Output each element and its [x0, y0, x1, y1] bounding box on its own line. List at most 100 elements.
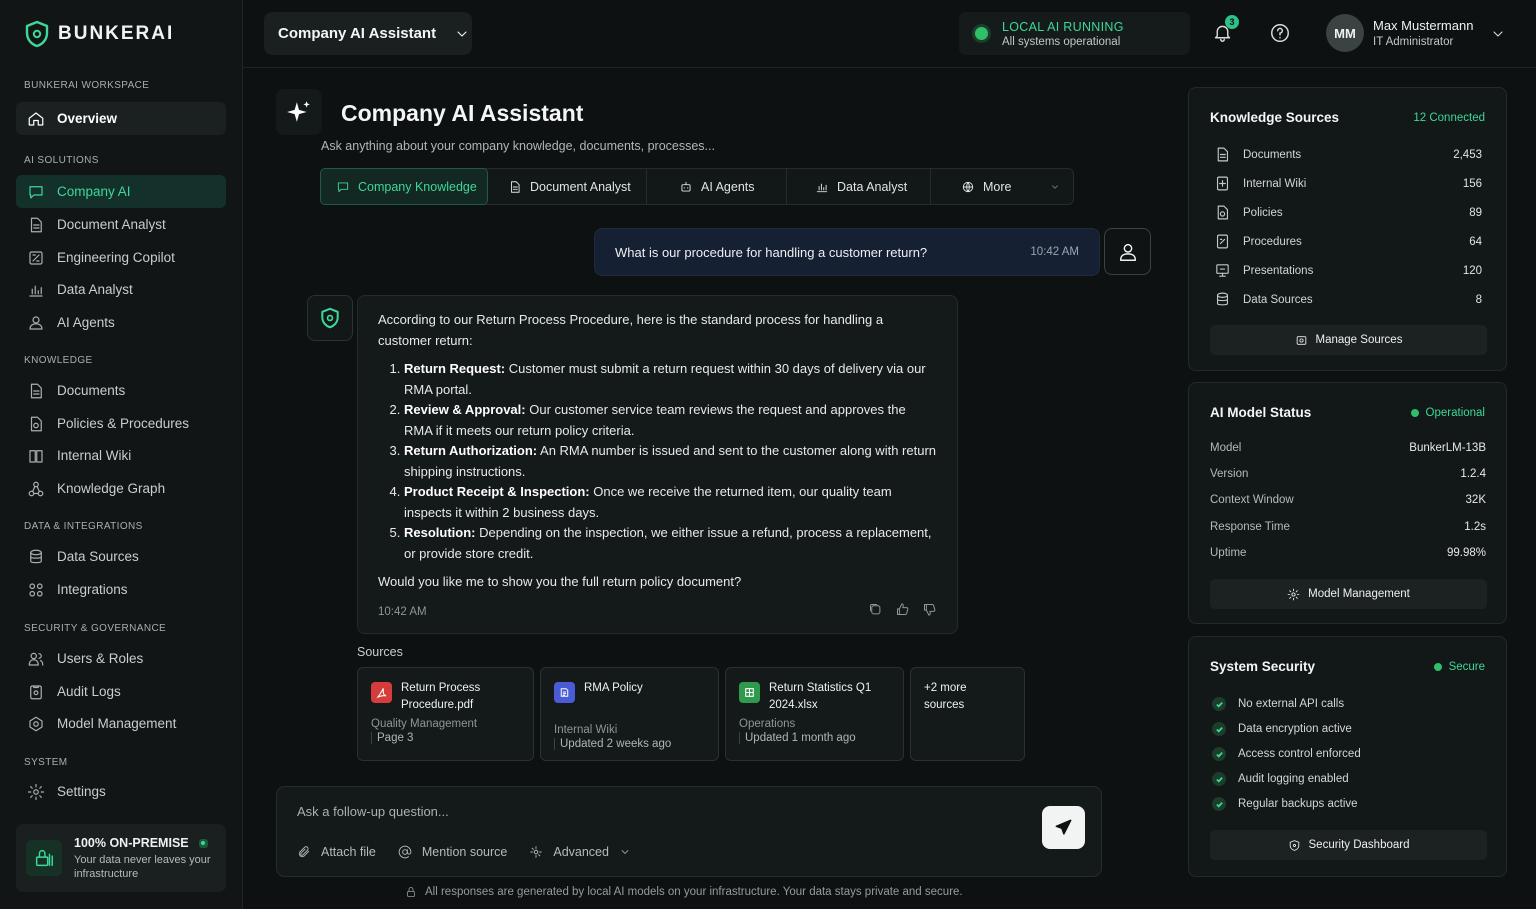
audit-icon [30, 684, 42, 699]
tab-company-knowledge[interactable]: Company Knowledge [320, 168, 488, 205]
model-info-row: Context Window 32K [1210, 494, 1486, 506]
sidebar-item-ai-agents[interactable]: AI Agents [16, 306, 226, 339]
knowledge-sources-title: Knowledge Sources [1210, 110, 1340, 125]
assistant-select[interactable]: Company AI Assistant [264, 12, 472, 55]
source-card[interactable]: Return Statistics Q1 2024.xlsx Operation… [725, 667, 904, 761]
book-icon [29, 449, 43, 463]
section-knowledge: KNOWLEDGE [24, 355, 93, 366]
model-management-button[interactable]: Model Management [1210, 579, 1487, 609]
connected-count[interactable]: 12 Connected [1413, 112, 1485, 124]
spreadsheet-icon [739, 682, 760, 703]
presentation-icon [1216, 264, 1229, 277]
chevron-down-icon [457, 30, 467, 37]
sidebar-item-model-management[interactable]: Model Management [16, 707, 226, 740]
system-security-title: System Security [1210, 659, 1316, 674]
policy-icon [1217, 205, 1229, 220]
tab-ai-agents[interactable]: AI Agents [647, 169, 787, 204]
wiki-icon [1216, 176, 1229, 191]
model-info-row: Version 1.2.4 [1210, 468, 1486, 480]
knowledge-source-row[interactable]: Presentations 120 [1214, 262, 1482, 279]
knowledge-source-row[interactable]: Data Sources 8 [1214, 291, 1482, 308]
sidebar-item-engineering-copilot[interactable]: Engineering Copilot [16, 241, 226, 274]
user-menu-button[interactable] [1490, 26, 1506, 42]
sidebar-item-settings[interactable]: Settings [16, 775, 226, 808]
section-ai-solutions: AI SOLUTIONS [24, 155, 99, 166]
shield-icon [1289, 839, 1299, 851]
follow-up-input[interactable] [297, 804, 997, 819]
manage-sources-button[interactable]: Manage Sources [1210, 325, 1487, 355]
document-icon [30, 217, 42, 232]
document-icon [1217, 147, 1229, 162]
tab-more[interactable]: More [931, 169, 1072, 204]
answer-followup: Would you like me to show you the full r… [378, 574, 742, 589]
sidebar-item-documents[interactable]: Documents [16, 374, 226, 407]
user-message-text: What is our procedure for handling a cus… [615, 244, 928, 260]
user-name[interactable]: Max Mustermann [1373, 18, 1473, 33]
sidebar-item-company-ai[interactable]: Company AI [16, 175, 226, 208]
sidebar-item-users-roles[interactable]: Users & Roles [16, 642, 226, 675]
model-status-badge: Operational [1410, 407, 1485, 419]
sidebar-item-internal-wiki[interactable]: Internal Wiki [16, 439, 226, 472]
manage-icon [1296, 335, 1306, 345]
advanced-options-button[interactable]: Advanced [529, 845, 631, 859]
user-message-avatar [1104, 228, 1151, 275]
source-title: RMA Policy [584, 682, 643, 694]
sidebar-item-document-analyst[interactable]: Document Analyst [16, 208, 226, 241]
knowledge-source-row[interactable]: Procedures 64 [1214, 233, 1482, 250]
system-security-panel: System Security Secure No external API c… [1188, 636, 1507, 877]
server-lock-icon [26, 840, 62, 876]
source-title: Return Process Procedure.pdf [401, 682, 481, 711]
document-icon [511, 180, 520, 193]
brand-logo[interactable]: BUNKERAI [24, 20, 174, 48]
sidebar-item-integrations[interactable]: Integrations [16, 573, 226, 606]
knowledge-source-row[interactable]: Documents 2,453 [1214, 146, 1482, 163]
assistant-avatar [307, 295, 353, 341]
privacy-footnote: All responses are generated by local AI … [425, 886, 963, 898]
source-meta: Updated 2 weeks ago [554, 738, 705, 750]
integrations-icon [29, 582, 43, 597]
sidebar-item-overview[interactable]: Overview [16, 102, 226, 135]
more-sources-button[interactable]: +2 more sources [910, 667, 1025, 761]
thumbs-down-icon[interactable] [922, 602, 937, 617]
source-card[interactable]: RMA Policy Internal Wiki Updated 2 weeks… [540, 667, 719, 761]
gear-icon [1287, 588, 1300, 600]
tab-document-analyst[interactable]: Document Analyst [488, 169, 647, 204]
knowledge-source-row[interactable]: Internal Wiki 156 [1214, 175, 1482, 192]
help-button[interactable] [1269, 22, 1291, 44]
wiki-doc-icon [554, 682, 575, 703]
page-subtitle: Ask anything about your company knowledg… [321, 139, 715, 153]
check-icon [1212, 747, 1226, 761]
source-card[interactable]: Return Process Procedure.pdf Quality Man… [357, 667, 534, 761]
sidebar-item-data-sources[interactable]: Data Sources [16, 540, 226, 573]
sidebar-item-audit-logs[interactable]: Audit Logs [16, 675, 226, 708]
knowledge-source-row[interactable]: Policies 89 [1214, 204, 1482, 221]
pdf-icon [371, 682, 392, 703]
chat-icon [29, 185, 43, 199]
at-sign-icon [398, 845, 412, 859]
answer-intro: According to our Return Process Procedur… [378, 312, 884, 348]
attach-file-button[interactable]: Attach file [297, 845, 376, 859]
engineering-icon [29, 250, 43, 265]
user-avatar[interactable]: MM [1326, 14, 1364, 52]
send-button[interactable] [1042, 806, 1085, 849]
sidebar-item-knowledge-graph[interactable]: Knowledge Graph [16, 472, 226, 505]
policy-icon [30, 416, 42, 431]
tab-data-analyst[interactable]: Data Analyst [787, 169, 931, 204]
shield-logo-icon [25, 20, 49, 48]
thumbs-up-icon[interactable] [895, 602, 910, 617]
sidebar-item-data-analyst[interactable]: Data Analyst [16, 273, 226, 306]
chevron-down-icon [1052, 184, 1058, 189]
assistant-message: According to our Return Process Procedur… [357, 295, 958, 634]
user-icon [1119, 243, 1136, 261]
security-check-row: Regular backups active [1212, 797, 1358, 811]
model-info-row: Uptime 99.98% [1210, 547, 1486, 559]
robot-icon [681, 181, 691, 192]
mention-source-button[interactable]: Mention source [398, 845, 507, 859]
topbar: Company AI Assistant LOCAL AI RUNNING Al… [243, 0, 1536, 68]
copy-icon[interactable] [868, 602, 883, 617]
sidebar-item-policies[interactable]: Policies & Procedures [16, 407, 226, 440]
status-subtitle: All systems operational [1002, 35, 1121, 48]
security-dashboard-button[interactable]: Security Dashboard [1210, 830, 1487, 860]
source-title: Return Statistics Q1 2024.xlsx [769, 682, 872, 711]
user-message: What is our procedure for handling a cus… [594, 228, 1100, 276]
